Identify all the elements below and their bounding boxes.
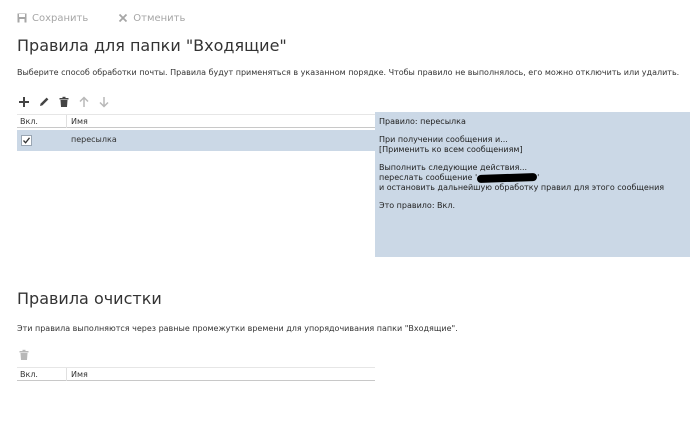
column-name[interactable]: Имя [71, 117, 88, 126]
rule-details-panel: Правило: пересылка При получении сообщен… [375, 112, 690, 257]
edit-icon [40, 97, 49, 106]
arrow-down-icon [99, 97, 109, 108]
add-rule-button[interactable] [17, 95, 31, 109]
action-line: переслать сообщение ' ' [379, 172, 686, 183]
condition-line: [Применить ко всем сообщениям] [379, 145, 523, 154]
cancel-button[interactable]: Отменить [118, 13, 185, 24]
rule-name: пересылка [71, 135, 117, 144]
close-icon [119, 13, 128, 23]
column-divider [66, 115, 67, 128]
sweep-rules-title: Правила очистки [17, 289, 162, 308]
move-down-button[interactable] [97, 95, 111, 109]
move-up-button[interactable] [77, 95, 91, 109]
delete-icon [19, 349, 29, 360]
column-enabled[interactable]: Вкл. [20, 370, 38, 379]
rule-status: Это правило: Вкл. [379, 201, 456, 210]
condition-line: При получении сообщения и... [379, 135, 508, 144]
column-enabled[interactable]: Вкл. [20, 117, 38, 126]
action-line: Выполнить следующие действия... [379, 163, 528, 172]
sweep-rules-description: Эти правила выполняются через равные про… [17, 324, 458, 333]
rule-details-title: Правило: пересылка [379, 117, 466, 126]
add-icon [19, 97, 29, 107]
rule-enabled-checkbox[interactable] [21, 135, 32, 146]
column-divider [66, 368, 67, 381]
forward-suffix: ' [537, 173, 540, 182]
delete-icon [59, 96, 69, 107]
rule-actions: Выполнить следующие действия... переслат… [379, 163, 686, 193]
save-label: Сохранить [32, 12, 89, 24]
delete-rule-button[interactable] [57, 95, 71, 109]
arrow-up-icon [79, 96, 89, 107]
command-bar: Сохранить Отменить [17, 10, 215, 26]
inbox-rules-toolbar [17, 95, 117, 109]
table-row[interactable]: пересылка [17, 130, 375, 151]
delete-sweep-rule-button[interactable] [17, 348, 31, 362]
sweep-rules-header: Вкл. Имя [17, 367, 375, 381]
check-icon [23, 137, 31, 144]
forward-prefix: переслать сообщение ' [379, 173, 478, 182]
redacted-address [477, 172, 538, 183]
save-button[interactable]: Сохранить [17, 13, 88, 24]
inbox-rules-header: Вкл. Имя [17, 114, 375, 128]
inbox-rules-title: Правила для папки "Входящие" [17, 36, 287, 55]
column-name[interactable]: Имя [71, 370, 88, 379]
save-icon [17, 13, 27, 23]
cancel-label: Отменить [133, 12, 186, 24]
edit-rule-button[interactable] [37, 95, 51, 109]
action-line: и остановить дальнейшую обработку правил… [379, 183, 665, 192]
inbox-rules-description: Выберите способ обработки почты. Правила… [17, 68, 680, 77]
rule-conditions: При получении сообщения и... [Применить … [379, 135, 686, 155]
